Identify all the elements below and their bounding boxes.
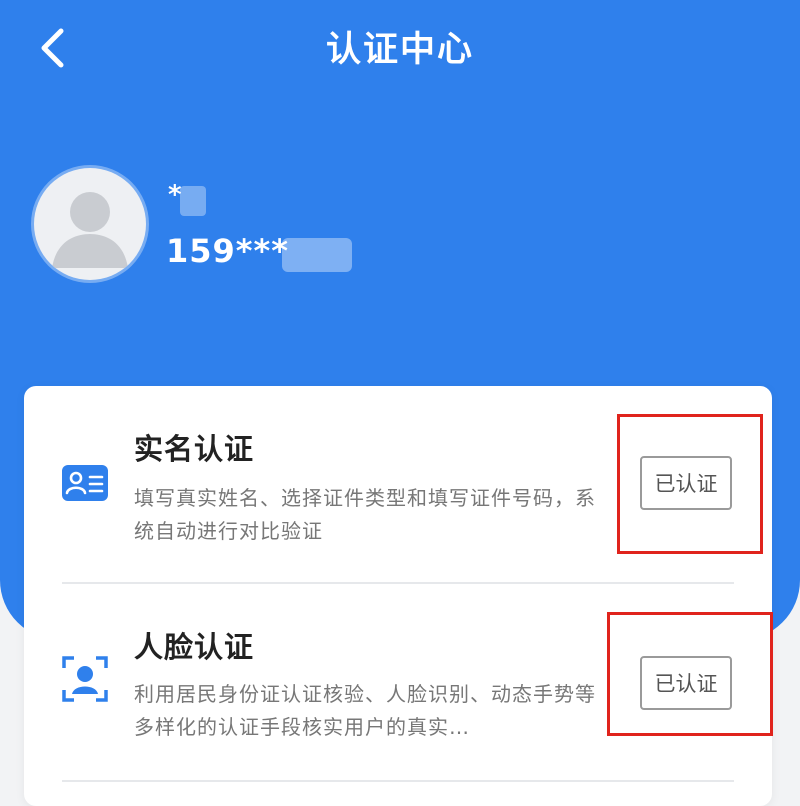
user-avatar-icon [52, 192, 128, 268]
avatar[interactable] [34, 168, 146, 280]
name-redaction [180, 186, 206, 216]
page-title: 认证中心 [325, 30, 474, 70]
id-card-icon [60, 458, 110, 508]
list-item-real-name[interactable]: 实名认证 填写真实姓名、选择证件类型和填写证件号码，系统自动进行对比验证 已认证 [24, 386, 772, 584]
item-title: 实名认证 [134, 432, 255, 466]
user-phone: 159*** [166, 232, 289, 270]
list-item-face[interactable]: 人脸认证 利用居民身份证认证核验、人脸识别、动态手势等多样化的认证手段核实用户的… [24, 584, 772, 782]
face-scan-icon [60, 654, 110, 704]
item-title: 人脸认证 [134, 630, 255, 664]
item-description: 填写真实姓名、选择证件类型和填写证件号码，系统自动进行对比验证 [134, 486, 596, 543]
phone-redaction [282, 238, 352, 272]
verification-card: 实名认证 填写真实姓名、选择证件类型和填写证件号码，系统自动进行对比验证 已认证… [24, 386, 772, 806]
item-description: 利用居民身份证认证核验、人脸识别、动态手势等多样化的认证手段核实用户的真实… [134, 682, 596, 739]
verified-status-button[interactable]: 已认证 [640, 656, 732, 710]
verified-status-button[interactable]: 已认证 [640, 456, 732, 510]
divider [62, 780, 734, 782]
